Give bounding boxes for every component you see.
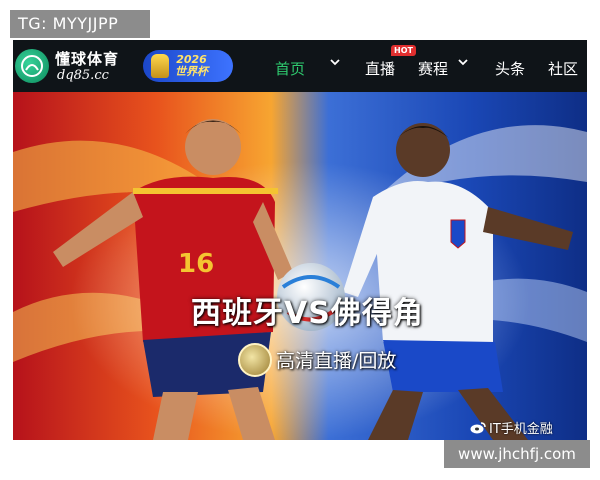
world-cup-badge[interactable]: 2026 世界杯	[143, 50, 233, 82]
chevron-down-icon[interactable]	[329, 56, 341, 68]
image-credit: IT手机金融	[470, 418, 553, 437]
nav-headlines[interactable]: 头条	[495, 58, 525, 79]
ball-icon	[21, 55, 43, 77]
hot-badge: HOT	[391, 45, 416, 56]
hero-artwork: 16	[13, 92, 587, 440]
brand-badge-icon	[238, 343, 272, 377]
nav-community[interactable]: 社区	[548, 58, 578, 79]
trophy-icon	[151, 54, 169, 78]
jersey-number: 16	[178, 249, 214, 279]
brand-name[interactable]: 懂球体育	[55, 48, 119, 69]
logo-icon[interactable]	[15, 49, 49, 83]
hero-banner[interactable]: 16 西班牙VS佛得角 高清直播/回放	[13, 92, 587, 440]
match-title[interactable]: 西班牙VS佛得角	[191, 288, 424, 332]
watermark-bottom: www.jhchfj.com	[444, 440, 590, 468]
match-subtitle[interactable]: 高清直播/回放	[276, 346, 396, 373]
watermark-top: TG: MYYJJPP	[10, 10, 150, 38]
credit-text: IT手机金融	[489, 422, 553, 437]
nav-home[interactable]: 首页	[275, 58, 305, 79]
world-cup-name: 世界杯	[175, 65, 208, 78]
nav-schedule[interactable]: 赛程	[418, 58, 448, 79]
weibo-icon	[470, 422, 486, 434]
world-cup-label: 2026 世界杯	[175, 54, 208, 78]
screenshot-frame: 懂球体育 dq85.cc 2026 世界杯 首页 直播 HOT 赛程 头条 社区	[13, 40, 587, 440]
nav-live[interactable]: 直播	[365, 58, 395, 79]
top-navbar: 懂球体育 dq85.cc 2026 世界杯 首页 直播 HOT 赛程 头条 社区	[13, 40, 587, 92]
chevron-down-icon[interactable]	[457, 56, 469, 68]
brand-url: dq85.cc	[57, 68, 109, 83]
